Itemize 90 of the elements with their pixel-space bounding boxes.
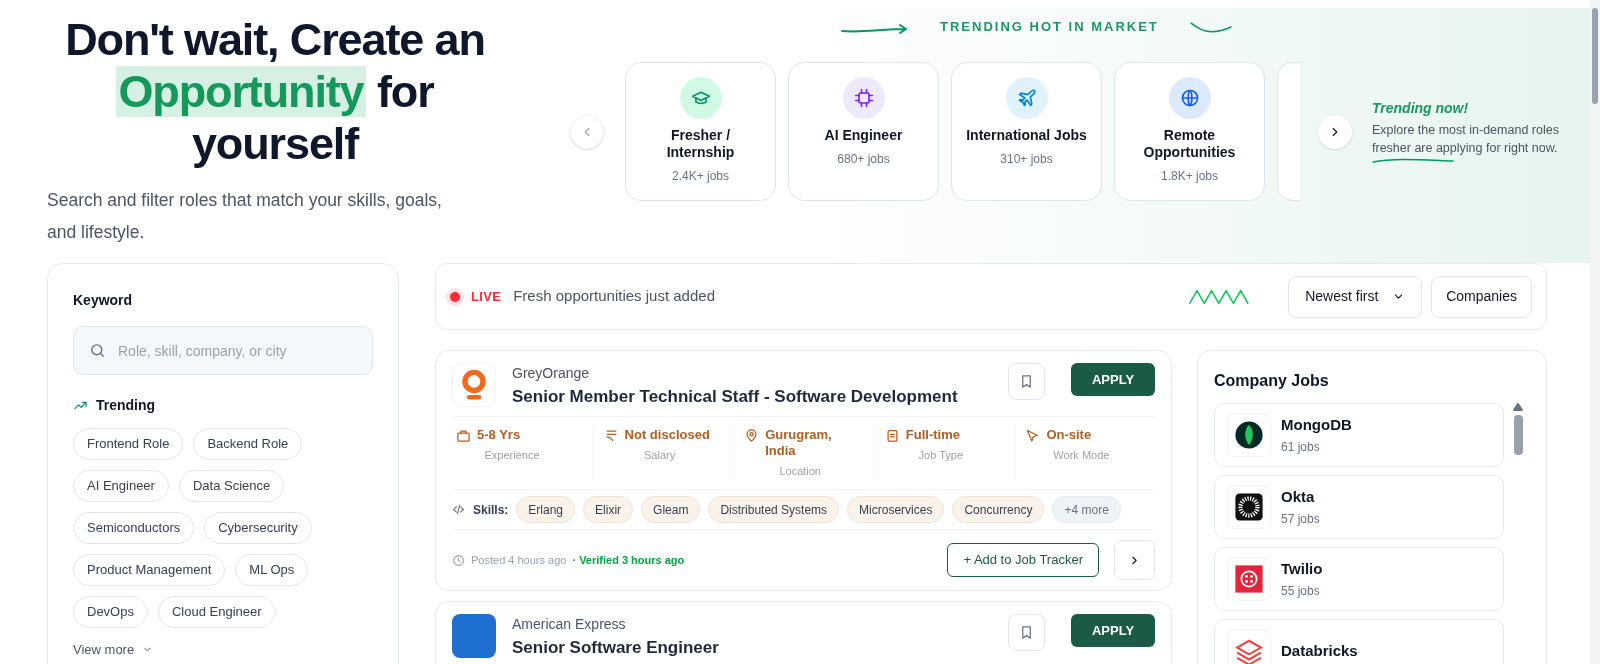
company-name: Databricks xyxy=(1281,640,1358,661)
skill-tag: Erlang xyxy=(516,496,576,523)
category-card[interactable]: Remote Opportunities 1.8K+ jobs xyxy=(1114,62,1265,201)
meta-label: Location xyxy=(778,463,822,479)
bookmark-button[interactable] xyxy=(1008,363,1045,400)
underline-squiggle-icon xyxy=(1372,157,1454,165)
job-title: Senior Software Engineer xyxy=(512,637,720,659)
job-count: 57 jobs xyxy=(1281,511,1320,529)
airplane-icon xyxy=(1016,88,1037,108)
company-logo xyxy=(1227,485,1271,529)
more-skills-button[interactable]: +4 more xyxy=(1052,496,1121,523)
search-icon xyxy=(89,342,106,359)
category-title: Fresher / Internship xyxy=(665,127,736,161)
job-count: 1.8K+ jobs xyxy=(1160,168,1218,185)
headline: Don't wait, Create an Opportunity for yourself xyxy=(64,14,486,170)
category-title: Remote Opportunities xyxy=(1142,127,1237,161)
company-item[interactable]: Okta 57 jobs xyxy=(1214,475,1504,539)
company-name: MongoDB xyxy=(1281,414,1352,435)
note-text: Explore the most in-demand roles fresher are applying for right now. xyxy=(1372,122,1560,157)
meta-value: Not disclosed xyxy=(624,426,711,443)
apply-button[interactable]: APPLY xyxy=(1071,363,1155,396)
briefcase-icon xyxy=(456,427,471,443)
job-count: 55 jobs xyxy=(1281,583,1321,601)
next-button[interactable] xyxy=(1318,114,1352,149)
previous-button[interactable] xyxy=(570,114,604,149)
apply-button[interactable]: APPLY xyxy=(1071,614,1155,647)
add-to-tracker-button[interactable]: + Add to Job Tracker xyxy=(947,543,1099,577)
field-label: Keyword xyxy=(73,291,134,310)
scroll-up-icon xyxy=(1513,403,1523,411)
category-card[interactable]: Fresher / Internship 2.4K+ jobs xyxy=(625,62,776,201)
company-name: GreyOrange xyxy=(512,364,591,383)
company-item[interactable]: Twilio 55 jobs xyxy=(1214,547,1504,611)
chip-icon xyxy=(853,88,874,108)
verified-time: · Verified 3 hours ago xyxy=(572,552,685,568)
company-logo xyxy=(1227,413,1271,457)
clock-icon xyxy=(452,553,465,567)
globe-icon xyxy=(1179,88,1200,108)
company-name: American Express xyxy=(512,615,627,634)
company-logo xyxy=(452,614,496,658)
note-title: Trending now! xyxy=(1372,99,1470,118)
section-heading: TRENDING HOT IN MARKET xyxy=(940,18,1159,37)
meta-value: On-site xyxy=(1046,426,1093,443)
view-more-link[interactable]: View more xyxy=(73,640,154,660)
meta-label: Experience xyxy=(483,447,541,463)
job-count: 2.4K+ jobs xyxy=(671,168,729,185)
meta-value: 5-8 Yrs xyxy=(477,426,522,443)
job-count: 61 jobs xyxy=(1281,439,1321,457)
bookmark-icon xyxy=(1019,625,1034,640)
meta-label: Job Type xyxy=(917,447,964,463)
scrollbar-thumb[interactable] xyxy=(1592,8,1598,104)
meta-label: Work Mode xyxy=(1052,447,1111,463)
companies-button[interactable]: Companies xyxy=(1431,275,1532,318)
meta-value: Gurugram, India xyxy=(765,426,833,459)
job-title: Senior Member Technical Staff - Software Development xyxy=(512,386,959,408)
skill-tag: Distributed Systems xyxy=(708,496,840,523)
hero-subtitle: Search and filter roles that match your skills, goals, and lifestyle. xyxy=(47,189,443,244)
company-item[interactable]: MongoDB 61 jobs xyxy=(1214,403,1504,467)
category-card[interactable]: International Jobs 310+ jobs xyxy=(951,62,1102,201)
cursor-icon xyxy=(1025,427,1041,443)
company-name: Okta xyxy=(1281,486,1316,507)
bookmark-button[interactable] xyxy=(1008,614,1045,651)
company-logo xyxy=(452,363,496,407)
skills-label: Skills: xyxy=(473,501,509,519)
skill-tag: Concurrency xyxy=(952,496,1045,523)
document-icon xyxy=(884,427,900,443)
sort-dropdown[interactable]: Newest first xyxy=(1288,275,1423,318)
job-count: 310+ jobs xyxy=(1000,151,1053,168)
scrollbar-thumb[interactable] xyxy=(1513,415,1523,455)
code-icon xyxy=(452,503,465,516)
meta-value: Full-time xyxy=(905,426,961,443)
bookmark-icon xyxy=(1019,374,1034,389)
company-name: Twilio xyxy=(1281,558,1323,579)
skill-tag: Elixir xyxy=(583,496,634,523)
search-field[interactable]: Role, skill, company, or city xyxy=(73,326,373,375)
live-label: LIVE xyxy=(471,287,502,306)
live-text: Fresh opportunities just added xyxy=(513,286,715,307)
section-label: Trending xyxy=(96,396,156,415)
category-title: International Jobs xyxy=(965,127,1088,144)
meta-label: Salary xyxy=(643,447,677,463)
posted-time: Posted 4 hours ago xyxy=(471,552,567,568)
category-title: AI Engineer xyxy=(823,127,904,144)
company-logo xyxy=(1227,557,1271,601)
category-card[interactable]: AI Engineer 680+ jobs xyxy=(788,62,939,201)
job-count: 680+ jobs xyxy=(837,151,890,168)
skill-tag: Gleam xyxy=(641,496,701,523)
squiggle-icon xyxy=(1188,19,1233,35)
panel-title: Company Jobs xyxy=(1214,371,1330,391)
company-item[interactable]: Databricks xyxy=(1214,619,1504,664)
open-job-button[interactable] xyxy=(1114,540,1155,580)
skill-tag: Microservices xyxy=(847,496,945,523)
